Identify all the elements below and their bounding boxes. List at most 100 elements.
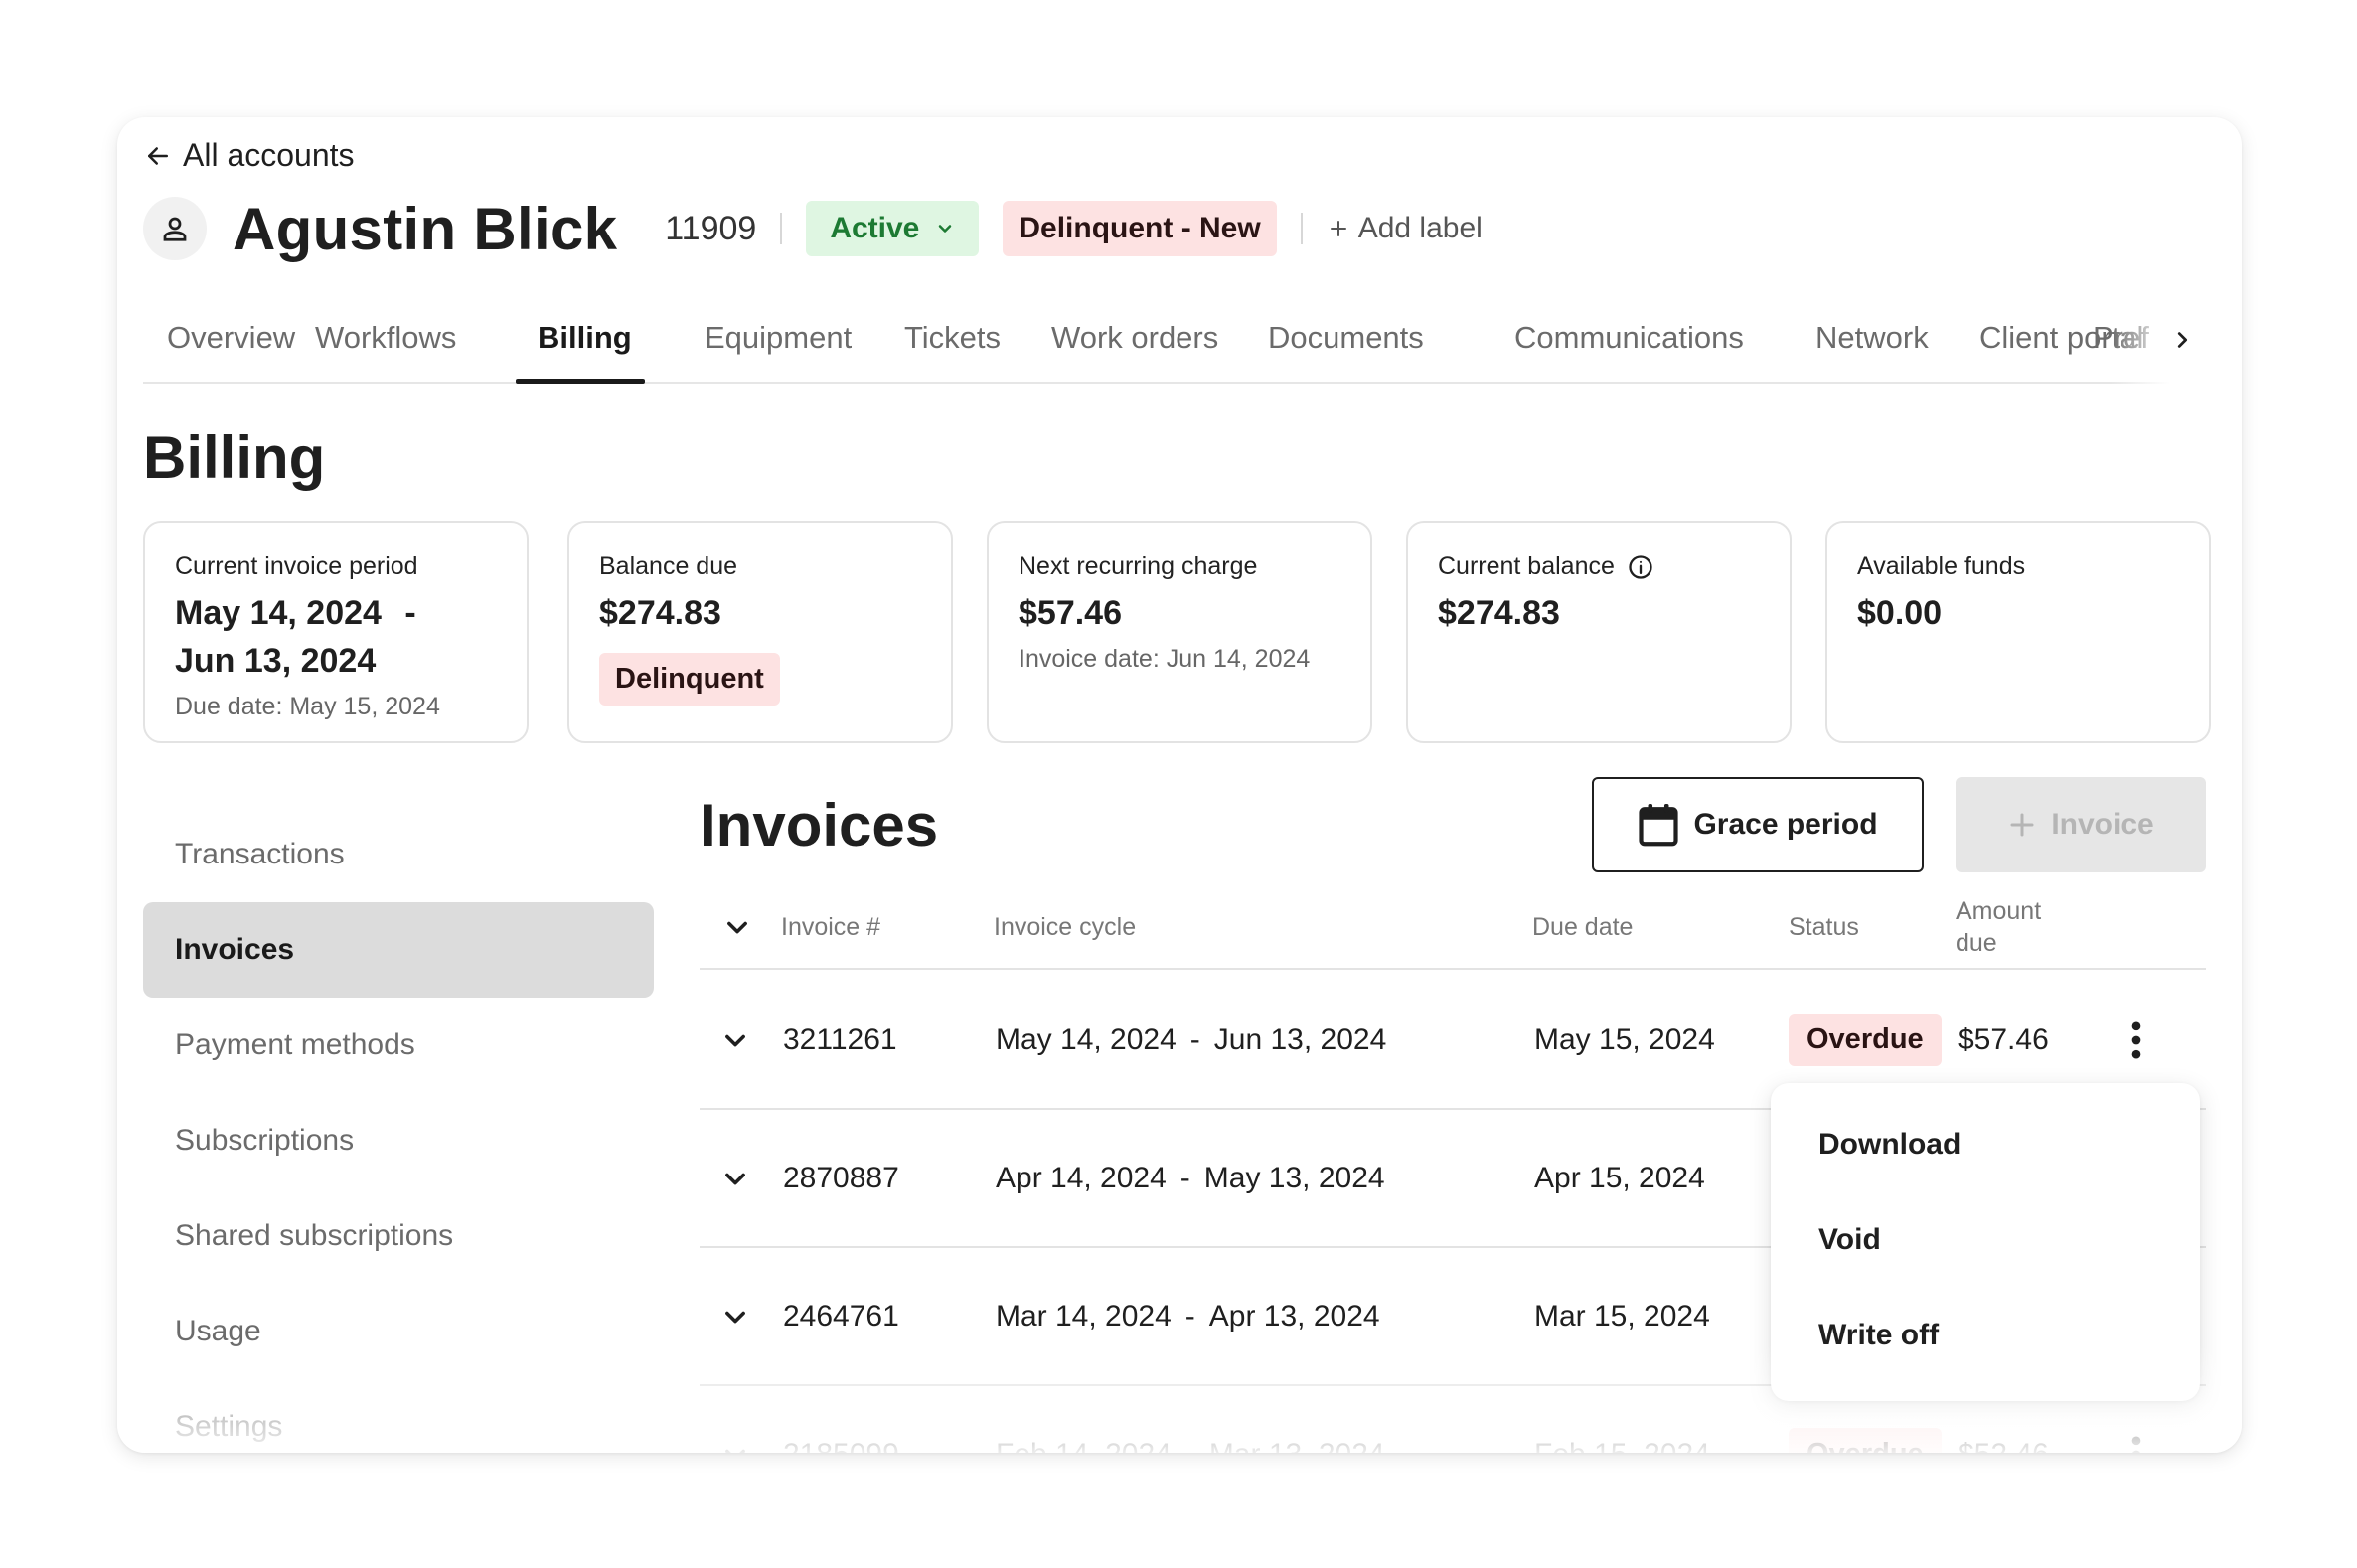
tab-work-orders[interactable]: Work orders: [1051, 312, 1218, 384]
tab-documents[interactable]: Documents: [1268, 312, 1424, 384]
invoice-cycle: Feb 14, 2024 - Mar 13, 2024: [996, 1386, 1385, 1454]
column-due-date[interactable]: Due date: [1532, 884, 1633, 970]
invoice-cycle: Apr 14, 2024 - May 13, 2024: [996, 1110, 1385, 1246]
menu-item-void[interactable]: Void: [1771, 1192, 2200, 1288]
status-dropdown[interactable]: Active: [806, 201, 980, 256]
invoice-cycle: May 14, 2024 - Jun 13, 2024: [996, 972, 1386, 1108]
stat-card-current-balance: Current balance $274.83: [1406, 521, 1792, 743]
invoice-number[interactable]: 3211261: [783, 972, 897, 1108]
invoice-number[interactable]: 2185099: [783, 1386, 899, 1454]
column-amount-due[interactable]: Amount due: [1956, 884, 2065, 970]
calendar-icon: [1639, 804, 1679, 847]
status-badge: Overdue: [1789, 1014, 1942, 1066]
row-expand-toggle[interactable]: [721, 1386, 749, 1453]
side-item-shared-subscriptions[interactable]: Shared subscriptions: [143, 1188, 654, 1284]
cycle-separator: -: [1184, 1299, 1195, 1333]
avatar: [143, 197, 207, 260]
account-name: Agustin Blick: [233, 195, 618, 262]
cycle-separator: -: [1189, 1022, 1200, 1056]
tab-equipment[interactable]: Equipment: [705, 312, 852, 384]
account-id: 11909: [665, 209, 757, 247]
back-label: All accounts: [183, 137, 355, 173]
due-date: Feb 15, 2024: [1534, 1386, 1710, 1454]
chevron-down-icon: [725, 1173, 745, 1184]
delinquent-label-badge: Delinquent - New: [1003, 201, 1277, 256]
stat-value: $57.46: [1019, 594, 1122, 632]
tab-billing[interactable]: Billing: [538, 312, 632, 384]
cycle-end: May 13, 2024: [1203, 1161, 1385, 1194]
stat-label: Current invoice period: [175, 552, 418, 580]
stat-value: $274.83: [1438, 594, 1560, 632]
stat-label-row: Current balance: [1438, 552, 1760, 581]
stat-label: Available funds: [1857, 552, 2026, 580]
page-title: Billing: [143, 424, 326, 491]
cycle-end: Mar 13, 2024: [1209, 1438, 1385, 1454]
chevron-down-icon: [939, 225, 952, 233]
period-separator: -: [404, 594, 416, 632]
add-label-button[interactable]: Add label: [1327, 212, 1483, 245]
tab-workflows[interactable]: Workflows: [315, 312, 456, 384]
back-to-all-accounts-link[interactable]: All accounts: [143, 137, 355, 174]
row-actions-menu: Download Void Write off: [1771, 1083, 2200, 1401]
cycle-end: Apr 13, 2024: [1208, 1299, 1380, 1333]
cycle-start: Feb 14, 2024: [996, 1438, 1172, 1454]
status-label: Active: [830, 212, 920, 244]
billing-side-menu: Transactions Invoices Payment methods Su…: [143, 838, 654, 1453]
side-item-transactions[interactable]: Transactions: [143, 807, 654, 902]
plus-icon: [1330, 221, 1346, 236]
row-expand-toggle[interactable]: [721, 1248, 749, 1384]
stat-label: Current balance: [1438, 552, 1615, 580]
status-badge: Overdue: [1789, 1428, 1942, 1453]
side-item-payment-methods[interactable]: Payment methods: [143, 998, 654, 1093]
person-icon: [163, 217, 187, 241]
invoice-number[interactable]: 2870887: [783, 1110, 899, 1246]
side-item-usage[interactable]: Usage: [143, 1284, 654, 1379]
more-vertical-icon: [2131, 1436, 2141, 1453]
chevron-down-icon: [725, 1034, 745, 1046]
divider: [780, 213, 783, 244]
tab-overview[interactable]: Overview: [167, 312, 295, 384]
delinquent-badge: Delinquent: [599, 653, 780, 706]
tab-network[interactable]: Network: [1815, 312, 1929, 384]
stat-label: Next recurring charge: [1019, 552, 1258, 580]
due-date: Mar 15, 2024: [1534, 1299, 1710, 1333]
divider: [1300, 213, 1303, 244]
cycle-separator: -: [1185, 1438, 1195, 1454]
stat-value: $0.00: [1857, 594, 1943, 632]
arrow-left-icon: [148, 146, 168, 165]
grace-period-label: Grace period: [1693, 808, 1878, 841]
due-date: May 15, 2024: [1534, 1022, 1715, 1056]
tab-tickets[interactable]: Tickets: [904, 312, 1001, 384]
tabs-scroll-right-button[interactable]: [2162, 316, 2202, 364]
stat-card-next-charge: Next recurring charge $57.46 Invoice dat…: [987, 521, 1372, 743]
row-expand-toggle[interactable]: [721, 1110, 749, 1246]
more-vertical-icon: [2131, 1021, 2141, 1058]
cycle-start: May 14, 2024: [996, 1022, 1177, 1056]
info-icon[interactable]: [1627, 553, 1654, 581]
stat-card-available-funds: Available funds $0.00: [1825, 521, 2211, 743]
period-start: May 14, 2024: [175, 594, 382, 632]
menu-item-write-off[interactable]: Write off: [1771, 1288, 2200, 1383]
grace-period-button[interactable]: Grace period: [1592, 777, 1924, 872]
add-invoice-button[interactable]: Invoice: [1956, 777, 2206, 872]
stat-value: $274.83: [599, 594, 721, 632]
tab-communications[interactable]: Communications: [1514, 312, 1744, 384]
row-expand-toggle[interactable]: [721, 972, 749, 1108]
stat-label: Balance due: [599, 552, 738, 580]
side-item-settings[interactable]: Settings: [143, 1379, 654, 1453]
invoice-number[interactable]: 2464761: [783, 1248, 899, 1384]
cycle-end: Jun 13, 2024: [1213, 1022, 1387, 1056]
column-invoice-number[interactable]: Invoice #: [781, 884, 880, 970]
period-end: Jun 13, 2024: [175, 642, 377, 680]
chevron-down-icon: [727, 921, 747, 934]
side-item-invoices[interactable]: Invoices: [143, 902, 654, 998]
column-status[interactable]: Status: [1789, 884, 1859, 970]
menu-item-download[interactable]: Download: [1771, 1097, 2200, 1192]
chevron-down-icon: [725, 1449, 745, 1453]
column-invoice-cycle[interactable]: Invoice cycle: [994, 884, 1136, 970]
expand-all-toggle[interactable]: [723, 884, 751, 970]
side-item-subscriptions[interactable]: Subscriptions: [143, 1093, 654, 1188]
invoices-table-header: Invoice # Invoice cycle Due date Status …: [700, 884, 2206, 970]
due-date: Due date: May 15, 2024: [175, 693, 440, 720]
account-header: Agustin Blick 11909 Active Delinquent - …: [143, 193, 1483, 264]
